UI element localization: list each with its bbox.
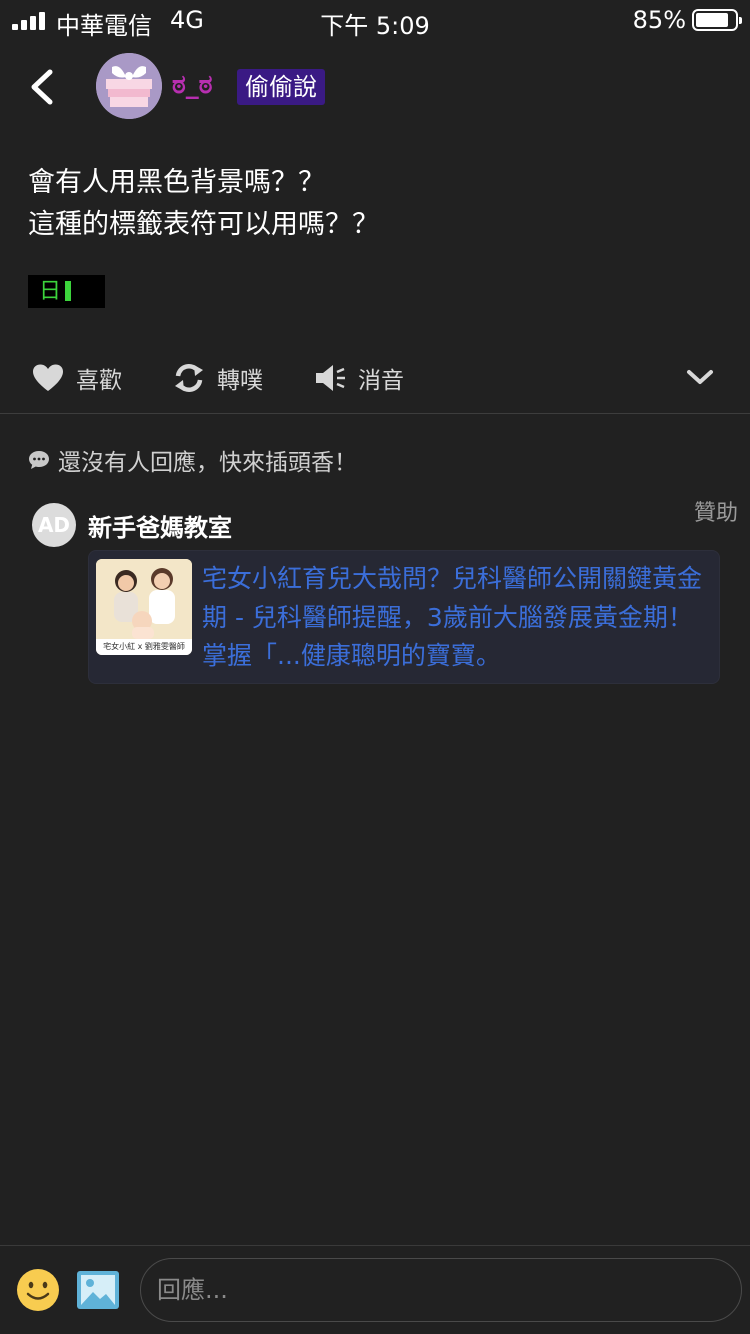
- no-response-text: 還沒有人回應，快來插頭香！: [58, 450, 357, 476]
- board-badge[interactable]: 偷偷說: [237, 69, 325, 105]
- reply-input[interactable]: [140, 1258, 742, 1322]
- image-icon: [77, 1271, 119, 1309]
- back-chevron-icon: [31, 69, 53, 105]
- ad-link-text[interactable]: 宅女小紅育兒大哉問？兒科醫師公開關鍵黃金期 - 兒科醫師提醒，3歲前大腦發展黃金…: [202, 560, 716, 676]
- tag-cursor-bar: [65, 281, 72, 301]
- repost-label: 轉噗: [217, 368, 263, 394]
- no-response-notice: 還沒有人回應，快來插頭香！: [28, 443, 357, 477]
- ad-thumbnail-caption: 宅女小紅 x 劉雅雯醫師: [96, 639, 192, 655]
- divider: [0, 413, 750, 414]
- sponsored-label: 贊助: [693, 501, 738, 526]
- emoji-icon: [17, 1269, 59, 1311]
- repost-icon: [175, 363, 203, 393]
- speaker-mute-icon: [316, 365, 345, 391]
- battery-percent: 85%: [632, 6, 686, 34]
- post-line: 這種的標籤表符可以用嗎？？: [28, 209, 379, 240]
- image-upload-button[interactable]: [76, 1270, 120, 1310]
- emoticon-tag: 日: [28, 275, 105, 308]
- more-options-button[interactable]: [684, 362, 716, 392]
- chevron-down-icon: [687, 370, 713, 384]
- repost-button[interactable]: 轉噗: [173, 358, 263, 398]
- ad-avatar: AD: [32, 503, 76, 547]
- avatar[interactable]: [96, 53, 162, 119]
- ad-thumbnail[interactable]: 宅女小紅 x 劉雅雯醫師: [96, 559, 192, 655]
- ad-advertiser-name[interactable]: 新手爸媽教室: [88, 508, 232, 543]
- chat-bubble-icon: [29, 451, 49, 469]
- emoji-button[interactable]: [16, 1268, 60, 1312]
- username[interactable]: ಠ_ಠ: [172, 70, 213, 101]
- ad-thumbnail-image: [96, 559, 192, 639]
- like-button[interactable]: 喜歡: [32, 358, 122, 398]
- mute-button[interactable]: 消音: [314, 358, 404, 398]
- tag-text: 日: [39, 279, 62, 304]
- post-line: 會有人用黑色背景嗎？？: [28, 167, 325, 198]
- battery-icon: [692, 9, 742, 31]
- mute-label: 消音: [358, 368, 404, 394]
- battery-fill: [696, 13, 729, 27]
- heart-icon: [33, 364, 63, 391]
- gift-avatar-icon: [96, 53, 162, 119]
- status-bar: 中華電信 4G 下午 5:09 85%: [0, 0, 750, 40]
- like-label: 喜歡: [76, 368, 122, 394]
- bottom-divider: [0, 1245, 750, 1246]
- back-button[interactable]: [22, 62, 62, 112]
- post-content: 會有人用黑色背景嗎？？ 這種的標籤表符可以用嗎？？: [28, 162, 728, 246]
